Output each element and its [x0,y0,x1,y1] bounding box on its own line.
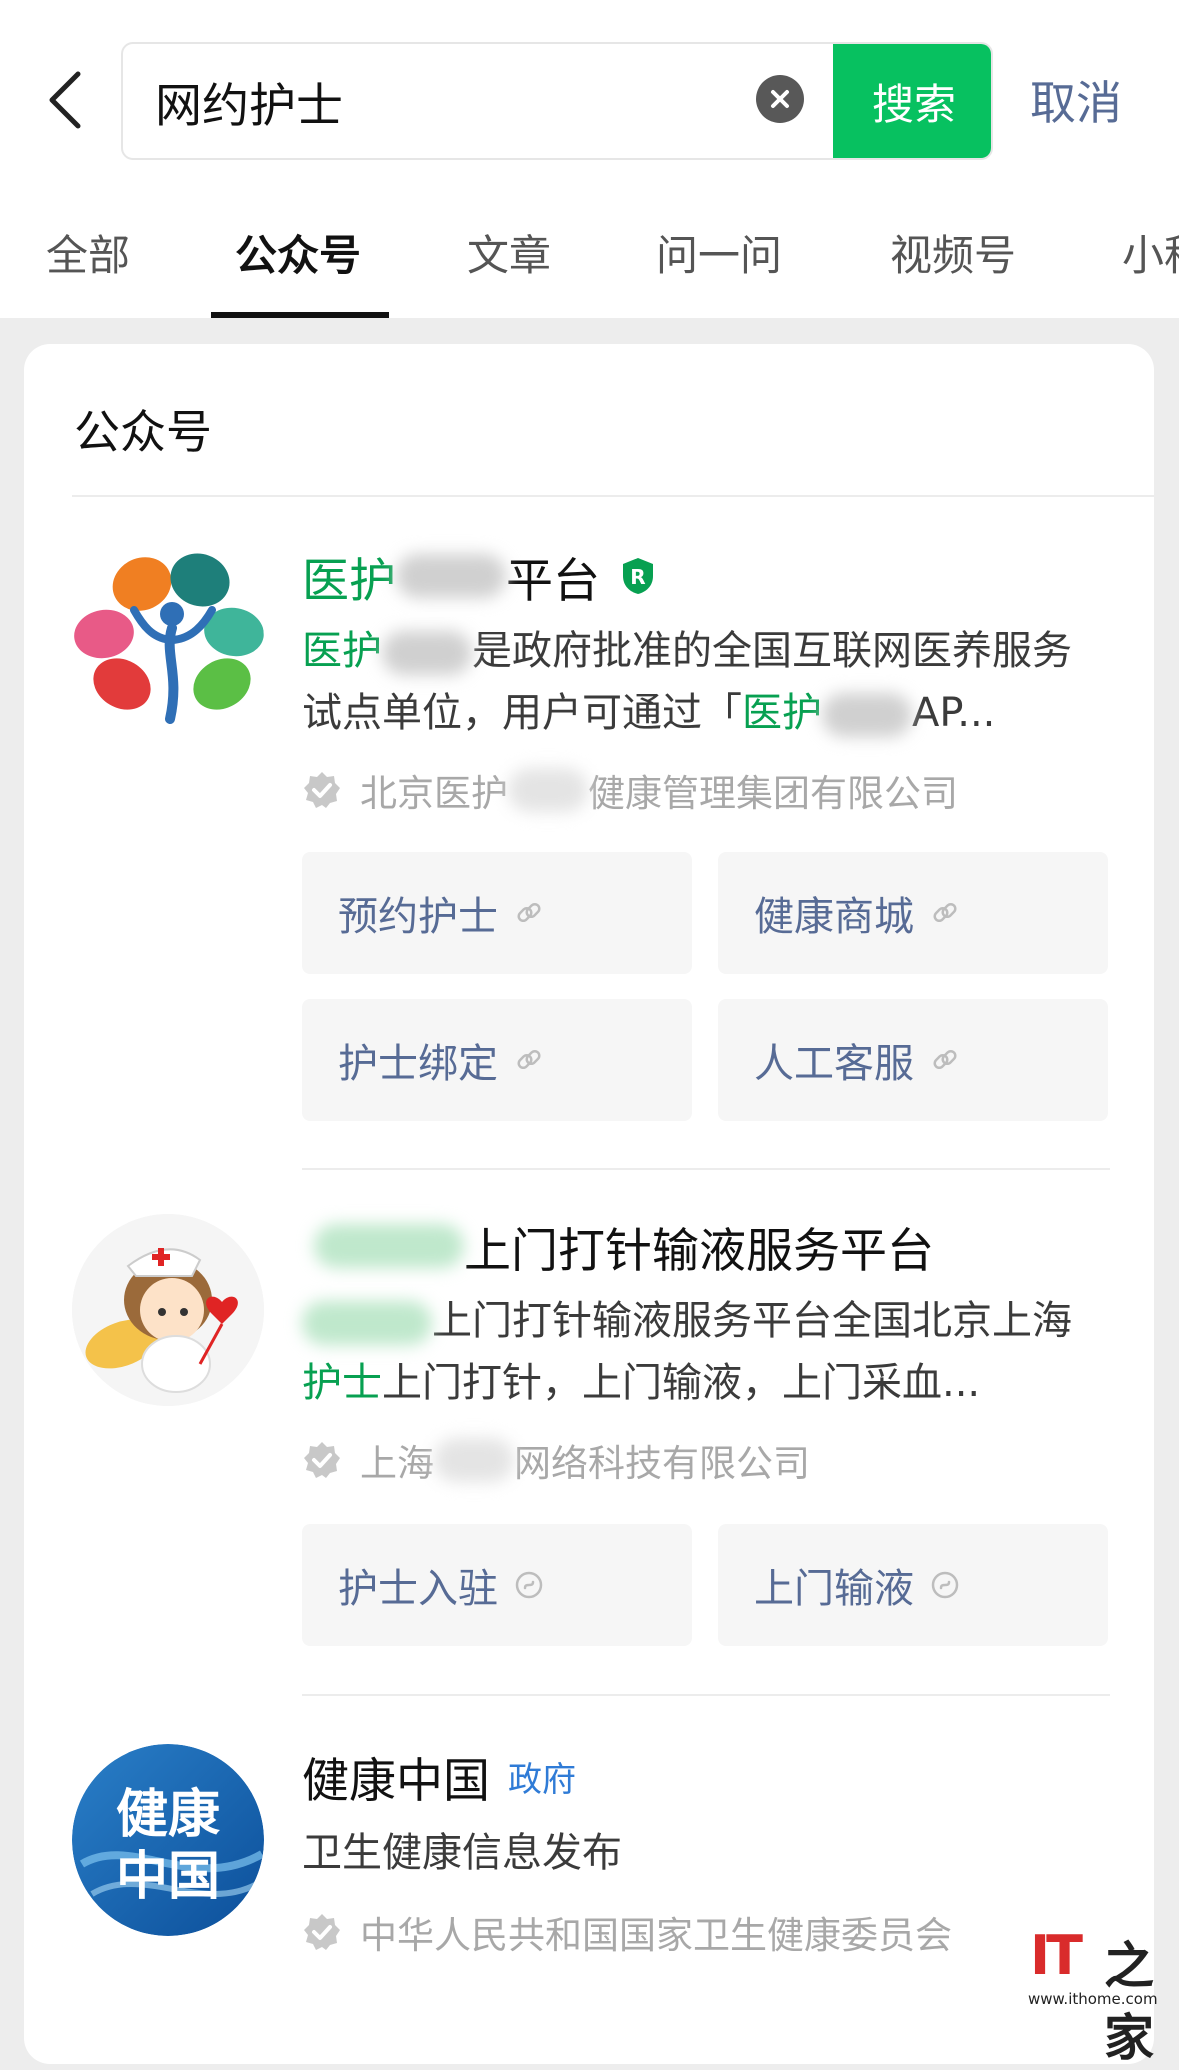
desc-highlight: 医护 [742,690,822,736]
top-bar: 搜索 取消 全部 公众号 文章 问一问 视频号 小程 [0,0,1179,318]
menu-button-label: 健康商城 [754,894,914,940]
active-tab-indicator [211,312,389,318]
avatar [72,1214,264,1406]
avatar: 健康 中国 [72,1744,264,1936]
desc-highlight: 医护 [302,628,382,674]
clear-button[interactable] [756,75,804,123]
org-prefix: 北京医护 [360,772,508,815]
avatar-text-top: 健康 [116,1785,220,1845]
org-prefix: 上海 [360,1442,434,1485]
account-name-highlight: 医护 [302,553,396,609]
desc-text: 上门打针输液服务平台全国北京上海 [432,1298,1072,1344]
account-name: 医护 平台 R [302,544,656,609]
redacted-text [508,768,588,812]
account-org: 北京医护 健康管理集团有限公司 [302,766,958,815]
trademark-badge-icon: R [623,558,653,594]
avatar [72,544,264,736]
redacted-text [314,1224,464,1268]
desc-end: 上门打针，上门输液，上门采血... [382,1360,981,1406]
avatar-text-bottom: 中国 [116,1847,220,1907]
verified-icon [304,1442,340,1478]
account-name: 上门打针输液服务平台 [314,1214,934,1279]
divider [302,1168,1110,1170]
menu-button-label: 护士绑定 [338,1041,498,1087]
menu-button[interactable]: 上门输液 [718,1524,1108,1646]
redacted-text [382,631,472,675]
account-org: 上海 网络科技有限公司 [302,1436,810,1485]
account-description: 上门打针输液服务平台全国北京上海护士上门打针，上门输液，上门采血... [302,1290,1102,1414]
menu-button[interactable]: 健康商城 [718,852,1108,974]
section-title: 公众号 [74,405,212,459]
tab-bar: 全部 公众号 文章 问一问 视频号 小程 [0,200,1179,318]
link-icon [933,1049,957,1070]
tab-channels[interactable]: 视频号 [890,222,1016,283]
chevron-left-icon [49,71,81,129]
government-badge: 政府 [508,1759,576,1800]
redacted-text [302,1301,432,1345]
flower-logo-icon [72,544,264,736]
search-input[interactable] [155,44,755,158]
results-card: 公众号 医护 平台 R 医护 是政府批准的全国互联网医养服务试点单位，用户可通过… [24,344,1154,2064]
menu-button[interactable]: 预约护士 [302,852,692,974]
search-box: 搜索 [121,42,993,160]
close-icon [771,90,789,108]
mini-program-icon [931,1571,959,1599]
redacted-text [822,693,912,737]
account-org: 中华人民共和国国家卫生健康委员会 [302,1908,952,1957]
tab-official-accounts[interactable]: 公众号 [235,222,361,283]
trademark-badge-letter: R [630,565,645,589]
menu-button-label: 护士入驻 [338,1566,498,1612]
menu-button[interactable]: 人工客服 [718,999,1108,1121]
search-button[interactable]: 搜索 [833,44,991,158]
menu-button-label: 人工客服 [754,1041,914,1087]
redacted-text [434,1438,514,1482]
account-name: 健康中国 政府 [302,1744,576,1809]
divider [72,495,1154,497]
nurse-cartoon-icon [72,1214,264,1406]
verified-icon [304,1914,340,1950]
health-china-logo-icon: 健康 中国 [72,1744,264,1936]
account-description: 医护 是政府批准的全国互联网医养服务试点单位，用户可通过「医护 AP... [302,620,1102,744]
account-description: 卫生健康信息发布 [302,1822,1102,1884]
divider [302,1694,1110,1696]
menu-button-label: 预约护士 [338,894,498,940]
org-text: 中华人民共和国国家卫生健康委员会 [360,1914,952,1957]
menu-button[interactable]: 护士绑定 [302,999,692,1121]
menu-button[interactable]: 护士入驻 [302,1524,692,1646]
account-name-text: 健康中国 [302,1753,490,1809]
tab-mini-programs[interactable]: 小程 [1122,222,1179,283]
link-icon [933,902,957,923]
desc-text: 卫生健康信息发布 [302,1830,622,1876]
watermark-brand: IT [1030,1924,1083,1987]
link-icon [517,902,541,923]
cancel-button[interactable]: 取消 [1030,62,1122,138]
back-button[interactable] [40,62,90,138]
org-suffix: 网络科技有限公司 [514,1442,810,1485]
account-name-suffix: 平台 [506,553,600,609]
verified-icon [304,772,340,808]
desc-end: AP... [912,690,996,736]
tab-ask[interactable]: 问一问 [656,222,782,283]
tab-all[interactable]: 全部 [46,222,130,283]
redacted-text [396,554,506,598]
org-suffix: 健康管理集团有限公司 [588,772,958,815]
mini-program-icon [515,1571,543,1599]
menu-button-label: 上门输液 [754,1566,914,1612]
tab-articles[interactable]: 文章 [467,222,551,283]
link-icon [517,1049,541,1070]
watermark: IT 之家 www.ithome.com [1020,1916,1170,2067]
watermark-url: www.ithome.com [1028,1990,1158,2008]
account-name-suffix: 上门打针输液服务平台 [464,1223,934,1279]
desc-highlight: 护士 [302,1360,382,1406]
